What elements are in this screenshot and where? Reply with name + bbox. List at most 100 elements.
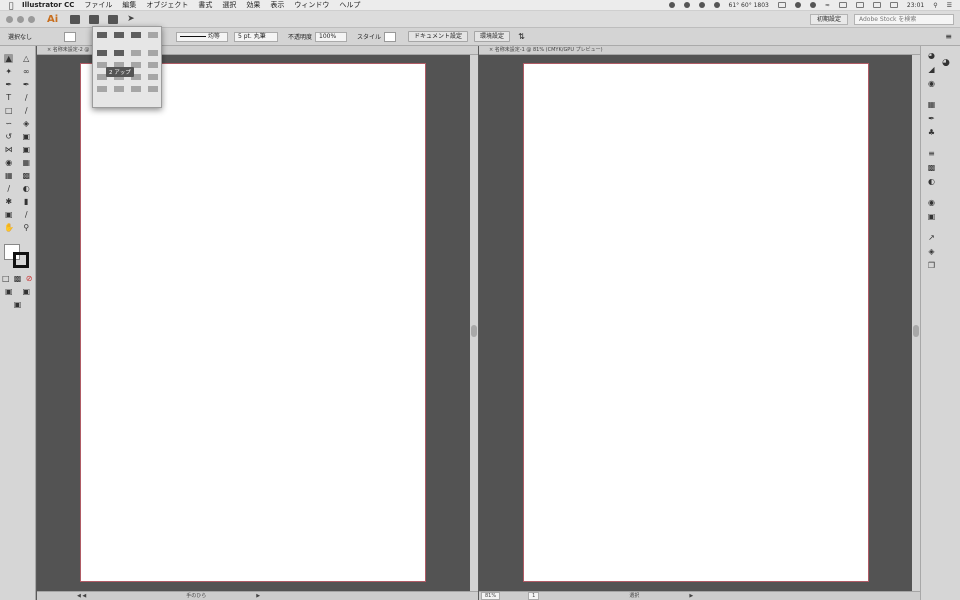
eyedropper-icon[interactable]: ∕ [4,184,13,193]
page-field[interactable]: 1 [528,592,540,600]
symbols-panel-icon[interactable]: ♣ [927,128,936,137]
panel-menu-icon[interactable]: ≡ [945,32,952,41]
artboard-right[interactable] [523,63,869,582]
screen-mode-icon[interactable]: ▣ [13,300,22,309]
workspace-switcher[interactable]: 初期設定 [809,13,848,25]
notification-icon[interactable]: ☰ [947,2,952,9]
rectangle-tool-icon[interactable]: □ [4,106,13,115]
menu-edit[interactable]: 編集 [122,0,136,10]
gradient-mode-icon[interactable]: ▩ [13,274,22,283]
vertical-scrollbar-left[interactable] [470,55,478,591]
tile-all-icon[interactable] [96,86,107,92]
six-up-icon[interactable] [96,74,107,80]
stroke-profile-dropdown[interactable]: 均等 [176,31,228,42]
vertical-scrollbar-right[interactable] [912,55,920,591]
menu-file[interactable]: ファイル [84,0,112,10]
swatches-panel-icon[interactable]: ▦ [927,100,936,109]
rotate-tool-icon[interactable]: ↺ [4,132,13,141]
appearance-panel-icon[interactable]: ◕ [927,51,936,60]
creative-cloud-icon[interactable] [668,2,675,8]
curvature-tool-icon[interactable]: ✒ [22,80,31,89]
layers-panel-icon[interactable]: ◈ [927,247,936,256]
symbol-sprayer-icon[interactable]: ✱ [4,197,13,206]
spotlight-icon[interactable]: ⚲ [933,2,937,9]
draw-behind-icon[interactable]: ▣ [22,287,31,296]
menu-app-name[interactable]: Illustrator CC [22,1,74,9]
direct-selection-tool-icon[interactable]: △ [22,54,31,63]
zoom-tool-icon[interactable]: ⚲ [22,223,31,232]
tile-grid-icon[interactable] [113,32,124,38]
tile-all-grid-icon[interactable] [113,86,124,92]
wifi-icon[interactable]: ≈ [825,2,830,9]
color-guide-icon[interactable]: ◢ [927,65,936,74]
menu-type[interactable]: 書式 [198,0,212,10]
document-setup-button[interactable]: ドキュメント設定 [408,31,469,42]
status-mode-label[interactable]: 選択 [629,592,639,600]
align-icon[interactable]: ⇅ [518,32,525,41]
stock-icon[interactable] [89,14,100,24]
status-arrow-icon[interactable]: ▶ [689,592,693,600]
transform-panel-icon[interactable]: ▣ [927,212,936,221]
artboard-left[interactable] [80,63,426,582]
status-arrow-icon[interactable]: ▶ [256,592,260,600]
menu-help[interactable]: ヘルプ [339,0,360,10]
clock[interactable]: 23:01 [907,2,924,9]
zoom-field[interactable]: 81% [481,592,501,600]
slice-tool-icon[interactable]: ∕ [22,210,31,219]
pen-tool-icon[interactable]: ✒ [4,80,13,89]
apple-icon[interactable]:  [0,1,22,10]
stroke-panel-icon[interactable]: ≡ [927,149,936,158]
minimize-window-button[interactable] [17,15,24,23]
libraries-icon[interactable]: ◕ [942,58,950,68]
opacity-field[interactable]: 100% [315,31,348,42]
gradient-panel-icon[interactable]: ▩ [927,163,936,172]
bluetooth-icon[interactable] [809,2,816,8]
scroll-thumb[interactable] [913,325,919,337]
paintbrush-icon[interactable]: ∕ [22,106,31,115]
arrange-documents-icon[interactable] [108,14,119,24]
artboard-nav-icon[interactable]: ◀ ◀ [77,592,86,600]
tab-close-icon[interactable]: × [47,47,51,53]
stock-search-input[interactable]: Adobe Stock を検索 [854,13,954,25]
selection-tool-icon[interactable]: ▲ [4,54,14,63]
four-up-cols-icon[interactable] [147,62,158,68]
mesh-tool-icon[interactable]: ▦ [4,171,13,180]
status-mode-label[interactable]: 手のひら [186,592,206,600]
pin-icon[interactable] [794,2,801,8]
calendar-icon[interactable] [889,2,898,8]
free-transform-icon[interactable]: ▣ [22,145,31,154]
transparency-panel-icon[interactable]: ◐ [927,177,936,186]
document-tab-right[interactable]: × 名称未設定-1 @ 81% (CMYK/GPU プレビュー) [479,46,920,55]
graph-tool-icon[interactable]: ▮ [22,197,31,206]
menu-window[interactable]: ウィンドウ [294,0,329,10]
shaper-tool-icon[interactable]: ∽ [4,119,13,128]
hand-tool-icon[interactable]: ✋ [4,223,14,232]
menu-effect[interactable]: 効果 [246,0,260,10]
flag-icon[interactable] [872,2,881,8]
magic-wand-icon[interactable]: ✦ [4,67,13,76]
artboard-tool-icon[interactable]: ▣ [4,210,13,219]
six-up-cols-icon[interactable] [147,74,158,80]
consolidate-all-icon[interactable] [96,32,107,38]
perspective-grid-icon[interactable]: ▦ [22,158,31,167]
width-tool-icon[interactable]: ⋈ [4,145,13,154]
style-swatch[interactable] [384,31,397,42]
canvas-left[interactable] [37,55,470,591]
tab-close-icon[interactable]: × [489,47,493,53]
time-machine-icon[interactable] [713,2,720,8]
brush-dropdown[interactable]: 5 pt. 丸筆 [234,31,278,42]
float-all-icon[interactable] [147,32,158,38]
tile-all-rows-icon[interactable] [130,86,141,92]
dropbox-icon[interactable] [683,2,690,8]
line-tool-icon[interactable]: ∕ [22,93,31,102]
artboards-panel-icon[interactable]: ❐ [927,261,936,270]
tile-columns-icon[interactable] [130,32,141,38]
close-window-button[interactable] [6,15,13,23]
canvas-right[interactable] [479,55,912,591]
menu-view[interactable]: 表示 [270,0,284,10]
scroll-thumb[interactable] [471,325,477,337]
colorful-app-icon[interactable] [698,2,705,8]
menu-object[interactable]: オブジェクト [146,0,188,10]
two-up-vertical-icon[interactable] [96,50,107,56]
export-icon[interactable]: ↗ [927,233,936,242]
